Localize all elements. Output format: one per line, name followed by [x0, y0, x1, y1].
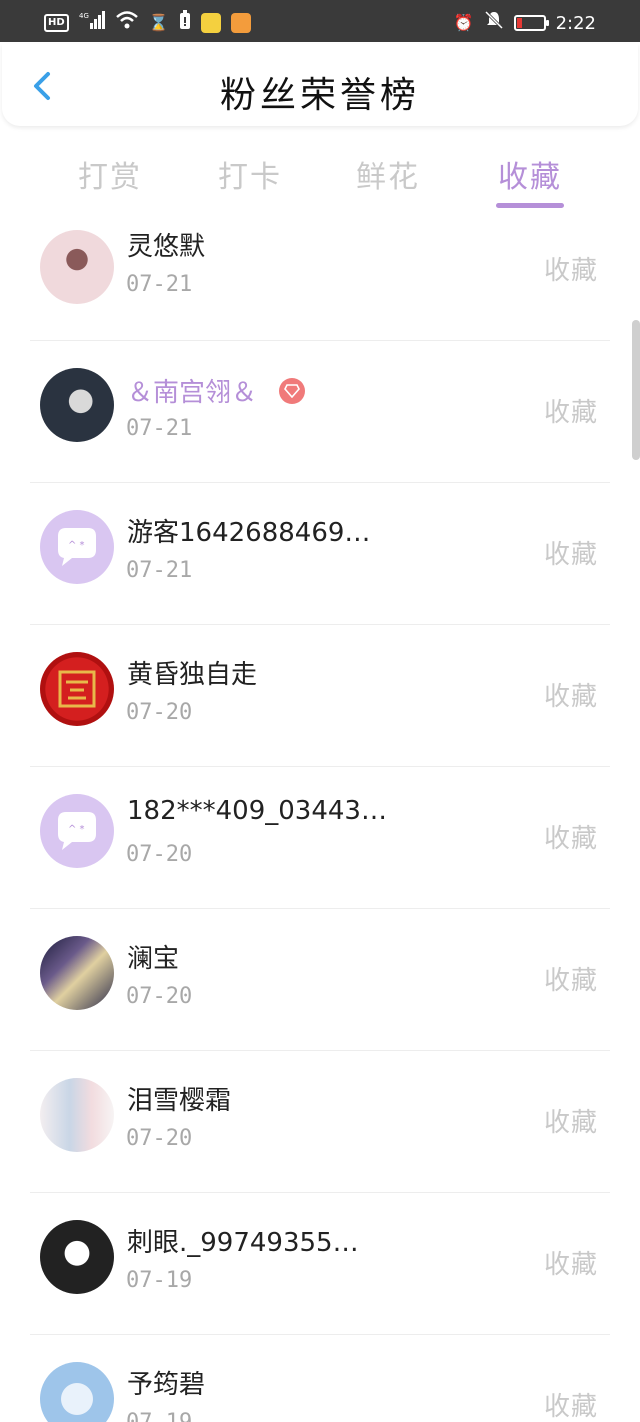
list-item[interactable]: 予筠碧 07-19 收藏	[0, 1334, 640, 1422]
list-item[interactable]: ^ * 182***409_03443… 07-20 收藏	[0, 766, 640, 909]
tab-flowers[interactable]: 鲜花	[356, 152, 420, 196]
date: 07-21	[126, 416, 193, 441]
username: ＆南宫翎＆	[127, 372, 306, 409]
date: 07-19	[126, 1410, 192, 1422]
seal-avatar-icon	[58, 670, 96, 708]
username: 182***409_03443…	[127, 796, 387, 826]
avatar[interactable]	[40, 1220, 114, 1294]
clock: 2:22	[555, 12, 596, 34]
vip-diamond-icon	[279, 377, 306, 404]
tab-reward[interactable]: 打赏	[78, 152, 142, 196]
action-label: 收藏	[543, 966, 598, 996]
action-label: 收藏	[543, 682, 598, 712]
default-avatar-icon: ^ *	[58, 528, 96, 566]
app-icon-1	[200, 13, 221, 33]
username: 黄昏独自走	[127, 660, 258, 690]
hd-icon: HD	[44, 14, 69, 32]
action-label: 收藏	[543, 824, 598, 854]
action-label: 收藏	[543, 1250, 598, 1280]
list-item[interactable]: 刺眼._99749355… 07-19 收藏	[0, 1192, 640, 1335]
scrollbar[interactable]	[632, 320, 640, 460]
page-title: 粉丝荣誉榜	[219, 75, 420, 116]
avatar[interactable]: ^ *	[40, 794, 114, 868]
list-item[interactable]: 泪雪樱霜 07-20 收藏	[0, 1050, 640, 1193]
alarm-icon: ⏰	[453, 13, 474, 32]
avatar[interactable]	[40, 1362, 114, 1422]
active-tab-indicator	[496, 203, 564, 208]
date: 07-19	[126, 1268, 193, 1293]
avatar[interactable]	[40, 936, 114, 1010]
action-label: 收藏	[543, 256, 598, 286]
mute-icon	[484, 10, 504, 36]
list-item[interactable]: 黄昏独自走 07-20 收藏	[0, 624, 640, 767]
username: 澜宝	[127, 944, 180, 974]
username: 灵悠默	[127, 232, 206, 262]
avatar[interactable]: ^ *	[40, 510, 114, 584]
avatar[interactable]	[40, 1078, 114, 1152]
username: 泪雪樱霜	[127, 1086, 232, 1116]
app-icon-2	[230, 13, 251, 33]
username: 予筠碧	[127, 1370, 206, 1400]
list-item[interactable]: 灵悠默 07-21 收藏	[0, 228, 640, 341]
date: 07-20	[126, 984, 193, 1009]
fan-list[interactable]: 灵悠默 07-21 收藏 ＆南宫翎＆ 07-21 收藏 ^ * 游客164268…	[0, 228, 640, 1422]
svg-text:^ *: ^ *	[68, 824, 85, 835]
action-label: 收藏	[543, 540, 598, 570]
date: 07-20	[126, 842, 193, 867]
avatar[interactable]	[40, 230, 114, 304]
tab-bar: 打赏 打卡 鲜花 收藏	[0, 140, 640, 212]
header: 粉丝荣誉榜	[2, 44, 638, 126]
username: 游客1642688469…	[127, 518, 371, 548]
list-item[interactable]: ^ * 游客1642688469… 07-21 收藏	[0, 482, 640, 625]
action-label: 收藏	[543, 1108, 598, 1138]
username: 刺眼._99749355…	[127, 1228, 359, 1258]
status-bar: HD 4G ⌛ ⏰ 2:22	[0, 0, 640, 42]
wifi-icon	[115, 11, 139, 35]
default-avatar-icon: ^ *	[58, 812, 96, 850]
list-item[interactable]: ＆南宫翎＆ 07-21 收藏	[0, 340, 640, 483]
battery-icon	[513, 15, 549, 31]
date: 07-20	[126, 1126, 193, 1151]
date: 07-21	[126, 558, 193, 583]
svg-text:^ *: ^ *	[68, 540, 85, 551]
date: 07-20	[126, 700, 193, 725]
avatar[interactable]	[40, 652, 114, 726]
date: 07-21	[126, 272, 193, 297]
svg-text:4G: 4G	[79, 12, 89, 20]
list-item[interactable]: 澜宝 07-20 收藏	[0, 908, 640, 1051]
battery-saver-icon	[179, 10, 191, 36]
avatar[interactable]	[40, 368, 114, 442]
signal-icon: 4G	[79, 11, 105, 35]
action-label: 收藏	[543, 398, 598, 428]
action-label: 收藏	[543, 1392, 598, 1422]
hourglass-icon: ⌛	[148, 13, 169, 32]
tab-favorites[interactable]: 收藏	[498, 152, 562, 196]
tab-checkin[interactable]: 打卡	[218, 152, 282, 196]
